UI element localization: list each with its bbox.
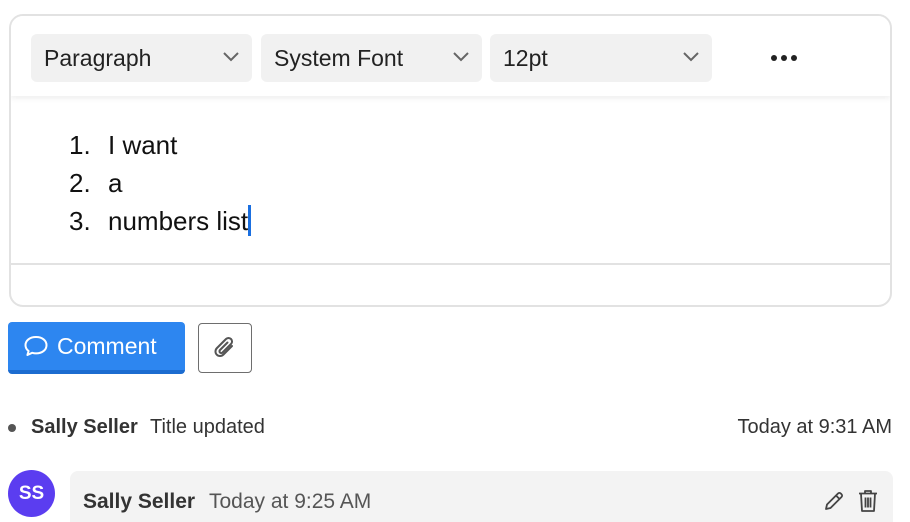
block-format-select[interactable]: Paragraph — [31, 34, 252, 82]
paperclip-icon — [214, 336, 234, 358]
attach-file-button[interactable] — [198, 323, 252, 373]
list-item: 2. a — [69, 164, 251, 202]
list-item-number: 1. — [69, 130, 91, 160]
activity-action: Title updated — [150, 416, 265, 438]
editor-toolbar: Paragraph System Font 12pt — [11, 16, 890, 96]
list-item-text: numbers list — [108, 206, 249, 236]
avatar: SS — [8, 470, 55, 517]
numbered-list: 1. I want 2. a 3. numbers list — [69, 126, 252, 240]
editor-content-area[interactable]: 1. I want 2. a 3. numbers list — [11, 112, 890, 262]
list-item: 1. I want — [69, 126, 251, 164]
font-family-select[interactable]: System Font — [261, 34, 482, 82]
trash-icon[interactable] — [857, 488, 879, 514]
bullet-dot-icon — [8, 424, 16, 432]
block-format-value: Paragraph — [44, 45, 152, 71]
chevron-down-icon — [223, 52, 239, 62]
comment-author: Sally Seller — [83, 490, 196, 513]
list-item-text: a — [108, 168, 123, 198]
speech-bubble-icon — [24, 336, 48, 356]
activity-entry: Sally Seller Title updated Today at 9:31… — [8, 414, 892, 442]
text-caret — [248, 205, 252, 236]
editor-statusbar — [11, 263, 890, 305]
list-item-number: 3. — [69, 206, 91, 236]
activity-timestamp: Today at 9:31 AM — [737, 416, 892, 438]
font-size-value: 12pt — [503, 45, 548, 71]
font-family-value: System Font — [274, 45, 404, 71]
comment-button-label: Comment — [57, 332, 157, 359]
more-horizontal-icon[interactable] — [756, 46, 812, 70]
list-item: 3. numbers list — [69, 202, 252, 240]
font-size-select[interactable]: 12pt — [490, 34, 712, 82]
rich-text-editor: Paragraph System Font 12pt 1. I want 2. … — [9, 14, 892, 307]
comment-card: Sally Seller Today at 9:25 AM — [70, 471, 893, 522]
chevron-down-icon — [683, 52, 699, 62]
avatar-initials: SS — [18, 482, 45, 504]
activity-user: Sally Seller — [31, 416, 138, 438]
pencil-icon[interactable] — [822, 489, 846, 513]
comment-button[interactable]: Comment — [8, 322, 185, 374]
comment-timestamp: Today at 9:25 AM — [209, 490, 372, 513]
list-item-number: 2. — [69, 168, 91, 198]
chevron-down-icon — [453, 52, 469, 62]
list-item-text: I want — [108, 130, 178, 160]
